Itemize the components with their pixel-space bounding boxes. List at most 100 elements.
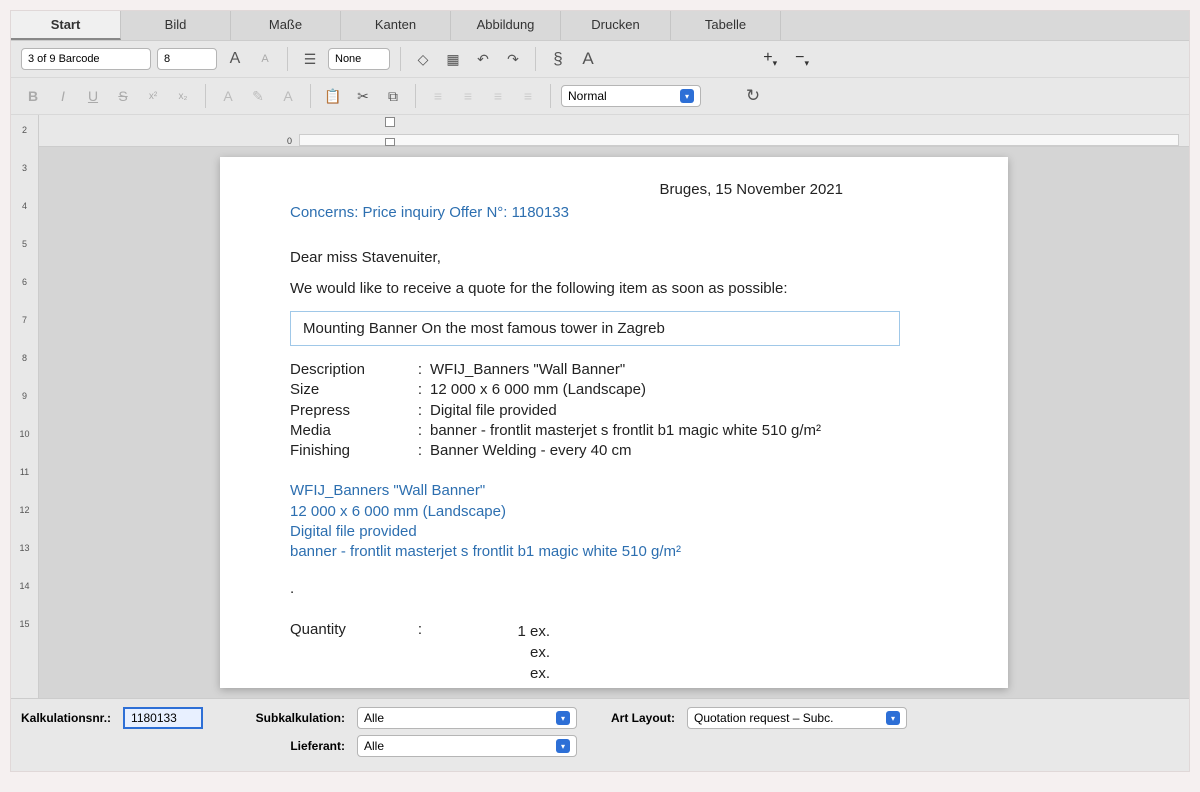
superscript-button[interactable]: x² xyxy=(141,85,165,107)
ruler-tick: 11 xyxy=(11,467,38,477)
tab-start[interactable]: Start xyxy=(11,11,121,40)
align-justify-icon[interactable]: ≡ xyxy=(516,85,540,107)
separator xyxy=(550,84,551,108)
italic-button[interactable]: I xyxy=(51,85,75,107)
spec-row: Media:banner - frontlit masterjet s fron… xyxy=(290,421,938,441)
spec-label: Media xyxy=(290,421,410,441)
font-size-value: 8 xyxy=(164,53,170,65)
align-left-icon[interactable]: ≡ xyxy=(426,85,450,107)
horizontal-ruler: 0 1 2 3 4 5 6 7 8 9 10 11 12 13 14 15 16… xyxy=(39,115,1189,147)
font-shrink-icon[interactable]: A xyxy=(253,48,277,70)
redo-icon[interactable]: ↷ xyxy=(501,48,525,70)
paragraph-style-select[interactable]: Normal ▾ xyxy=(561,85,701,107)
app-window: Start Bild Maße Kanten Abbildung Drucken… xyxy=(10,10,1190,772)
tab-tabelle[interactable]: Tabelle xyxy=(671,11,781,40)
align-center-icon[interactable]: ≡ xyxy=(456,85,480,107)
ruler-tick: 15 xyxy=(11,619,38,629)
chevron-down-icon: ▾ xyxy=(886,711,900,725)
separator xyxy=(400,47,401,71)
ruler-tick: 5 xyxy=(11,239,38,249)
spec-value: banner - frontlit masterjet s frontlit b… xyxy=(430,421,938,441)
font-size-select[interactable]: 8 xyxy=(157,48,217,70)
spec-table: Description:WFIJ_Banners "Wall Banner" S… xyxy=(290,360,938,461)
indent-marker-bottom[interactable] xyxy=(385,138,395,146)
tab-drucken[interactable]: Drucken xyxy=(561,11,671,40)
ruler-tick: 2 xyxy=(11,125,38,135)
font-color-icon[interactable]: A xyxy=(276,85,300,107)
underline-button[interactable]: U xyxy=(81,85,105,107)
font-grow-icon[interactable]: A xyxy=(223,48,247,70)
blue-line: WFIJ_Banners "Wall Banner" xyxy=(290,481,938,501)
ribbon-tabs: Start Bild Maße Kanten Abbildung Drucken… xyxy=(11,11,1189,41)
ruler-track xyxy=(299,134,1179,146)
ruler-tick: 13 xyxy=(11,543,38,553)
section-icon[interactable]: § xyxy=(546,48,570,70)
indent-marker-top[interactable] xyxy=(385,117,395,127)
refresh-icon[interactable]: ↻ xyxy=(741,85,765,107)
ruler-tick: 9 xyxy=(11,391,38,401)
lieferant-label: Lieferant: xyxy=(251,739,351,753)
tab-abbildung[interactable]: Abbildung xyxy=(451,11,561,40)
tab-kanten[interactable]: Kanten xyxy=(341,11,451,40)
spec-label: Description xyxy=(290,360,410,380)
eraser-icon[interactable]: ◇ xyxy=(411,48,435,70)
paste-icon[interactable]: 📋 xyxy=(321,85,345,107)
ruler-tick: 10 xyxy=(11,429,38,439)
spec-row: Description:WFIJ_Banners "Wall Banner" xyxy=(290,360,938,380)
kalk-label: Kalkulationsnr.: xyxy=(21,711,117,725)
subscript-button[interactable]: x₂ xyxy=(171,85,195,107)
lieferant-select[interactable]: Alle▾ xyxy=(357,735,577,757)
quantity-table: Quantity : 1 ex. ex. ex. xyxy=(290,621,938,684)
paragraph-style-value: Normal xyxy=(568,89,607,103)
copy-icon[interactable]: ⧉ xyxy=(381,85,405,107)
ruler-tick: 4 xyxy=(11,201,38,211)
spec-value: Banner Welding - every 40 cm xyxy=(430,441,938,461)
bottom-panel: Kalkulationsnr.: Subkalkulation: Alle▾ A… xyxy=(11,698,1189,771)
spec-label: Size xyxy=(290,380,410,400)
list-icon[interactable]: ☰ xyxy=(298,48,322,70)
doc-subject: Concerns: Price inquiry Offer N°: 118013… xyxy=(290,204,938,221)
strike-button[interactable]: S xyxy=(111,85,135,107)
border-icon[interactable]: ▦ xyxy=(441,48,465,70)
ruler-tick: 6 xyxy=(11,277,38,287)
qty-label: Quantity xyxy=(290,621,410,684)
cut-icon[interactable]: ✂ xyxy=(351,85,375,107)
font-family-select[interactable]: 3 of 9 Barcode xyxy=(21,48,151,70)
vertical-ruler: 2 3 4 5 6 7 8 9 10 11 12 13 14 15 xyxy=(11,115,39,698)
document-page[interactable]: Bruges, 15 November 2021 Concerns: Price… xyxy=(220,157,1008,688)
spec-row: Prepress:Digital file provided xyxy=(290,401,938,421)
zoom-in-icon[interactable]: +▾ xyxy=(763,49,777,69)
ruler-tick: 7 xyxy=(11,315,38,325)
qty-values: 1 ex. ex. ex. xyxy=(430,621,550,684)
doc-date: Bruges, 15 November 2021 xyxy=(290,181,843,198)
art-label: Art Layout: xyxy=(611,711,681,725)
spec-row: Finishing:Banner Welding - every 40 cm xyxy=(290,441,938,461)
subkalk-select[interactable]: Alle▾ xyxy=(357,707,577,729)
spec-value: 12 000 x 6 000 mm (Landscape) xyxy=(430,380,938,400)
ruler-tick: 8 xyxy=(11,353,38,363)
doc-intro: We would like to receive a quote for the… xyxy=(290,280,938,297)
font-icon[interactable]: A xyxy=(576,48,600,70)
doc-dot: . xyxy=(290,580,938,597)
tab-masse[interactable]: Maße xyxy=(231,11,341,40)
blue-line: banner - frontlit masterjet s frontlit b… xyxy=(290,542,938,562)
tab-bild[interactable]: Bild xyxy=(121,11,231,40)
art-layout-select[interactable]: Quotation request – Subc.▾ xyxy=(687,707,907,729)
highlight-icon[interactable]: A xyxy=(216,85,240,107)
blue-copy-block: WFIJ_Banners "Wall Banner" 12 000 x 6 00… xyxy=(290,481,938,562)
document-canvas[interactable]: Bruges, 15 November 2021 Concerns: Price… xyxy=(39,147,1189,698)
font-family-value: 3 of 9 Barcode xyxy=(28,53,100,65)
kalk-input[interactable] xyxy=(123,707,203,729)
brush-icon[interactable]: ✎ xyxy=(246,85,270,107)
separator xyxy=(535,47,536,71)
separator xyxy=(205,84,206,108)
bold-button[interactable]: B xyxy=(21,85,45,107)
zoom-out-icon[interactable]: −▾ xyxy=(795,49,809,69)
undo-icon[interactable]: ↶ xyxy=(471,48,495,70)
ruler-tick: 3 xyxy=(11,163,38,173)
subkalk-label: Subkalkulation: xyxy=(251,711,351,725)
canvas-column: 0 1 2 3 4 5 6 7 8 9 10 11 12 13 14 15 16… xyxy=(39,115,1189,698)
align-right-icon[interactable]: ≡ xyxy=(486,85,510,107)
qty-row: ex. xyxy=(430,663,550,684)
list-style-select[interactable]: None xyxy=(328,48,390,70)
